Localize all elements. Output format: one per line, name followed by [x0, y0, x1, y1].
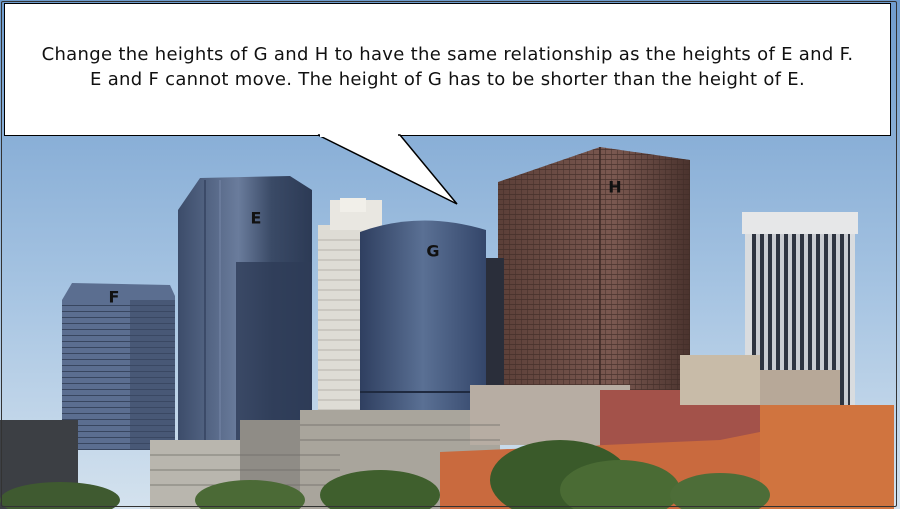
speech-bubble-tail — [317, 134, 458, 205]
canvas: Change the heights of G and H to have th… — [0, 0, 900, 509]
